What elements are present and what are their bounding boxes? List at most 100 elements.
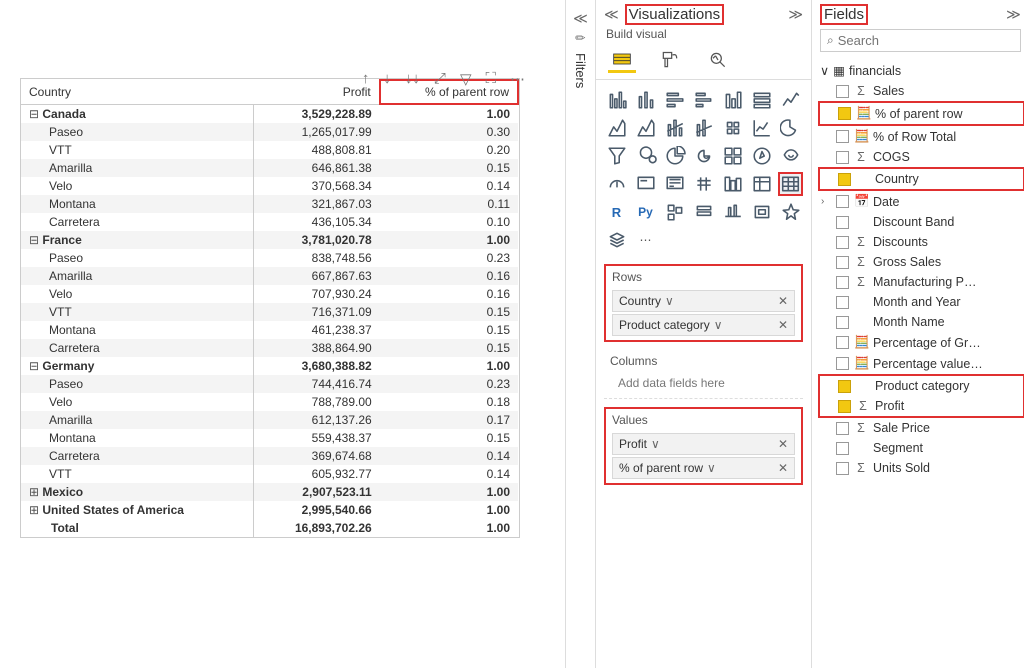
table-row[interactable]: Paseo1,265,017.990.30 — [21, 123, 518, 141]
drill-down-icon[interactable]: ↓ — [383, 70, 391, 88]
table-row[interactable]: Montana321,867.030.11 — [21, 195, 518, 213]
table-row[interactable]: Velo788,789.000.18 — [21, 393, 518, 411]
field-date[interactable]: ›📅Date — [818, 191, 1024, 212]
viz-type-34[interactable] — [778, 200, 803, 224]
table-row[interactable]: Montana559,438.370.15 — [21, 429, 518, 447]
checkbox[interactable] — [838, 380, 851, 393]
value-field-profit[interactable]: Profit∨✕ — [612, 433, 795, 455]
col-header-country[interactable]: Country — [21, 80, 253, 104]
checkbox[interactable] — [836, 316, 849, 329]
checkbox[interactable] — [836, 85, 849, 98]
checkbox[interactable] — [836, 357, 849, 370]
viz-type-1[interactable] — [633, 88, 658, 112]
expand-viz-icon[interactable]: ≫ — [788, 6, 803, 23]
viz-type-24[interactable] — [691, 172, 716, 196]
field--of-parent-row[interactable]: 🧮% of parent row — [818, 101, 1024, 126]
table-row[interactable]: VTT605,932.770.14 — [21, 465, 518, 483]
field-manufacturing-p-[interactable]: ΣManufacturing P… — [818, 272, 1024, 292]
viz-type-30[interactable] — [662, 200, 687, 224]
viz-type-5[interactable] — [749, 88, 774, 112]
filters-pane-collapsed[interactable]: ≪ ✎ Filters — [565, 0, 595, 668]
focus-mode-icon[interactable]: ⛶ — [485, 70, 496, 88]
remove-icon[interactable]: ✕ — [778, 437, 788, 451]
pin-icon[interactable]: ✎ — [565, 23, 595, 53]
field-month-and-year[interactable]: Month and Year — [818, 292, 1024, 312]
viz-type-0[interactable] — [604, 88, 629, 112]
table-group-row[interactable]: Mexico2,907,523.111.00 — [21, 483, 518, 501]
field-profit[interactable]: ΣProfit — [820, 396, 1023, 416]
checkbox[interactable] — [838, 400, 851, 413]
field-sale-price[interactable]: ΣSale Price — [818, 418, 1024, 438]
field-gross-sales[interactable]: ΣGross Sales — [818, 252, 1024, 272]
checkbox[interactable] — [836, 195, 849, 208]
viz-type-13[interactable] — [778, 116, 803, 140]
collapse-viz-icon[interactable]: ≪ — [604, 6, 619, 23]
filter-icon[interactable]: ▽ — [460, 70, 472, 88]
fields-search[interactable]: ⌕ — [820, 29, 1021, 52]
remove-icon[interactable]: ✕ — [778, 461, 788, 475]
field-discount-band[interactable]: Discount Band — [818, 212, 1024, 232]
expand-down-icon[interactable]: ↓↓ — [405, 70, 420, 88]
checkbox[interactable] — [836, 236, 849, 249]
checkbox[interactable] — [836, 336, 849, 349]
viz-type-29[interactable]: Py — [633, 200, 658, 224]
table-row[interactable]: Carretera436,105.340.10 — [21, 213, 518, 231]
viz-type-7[interactable] — [604, 116, 629, 140]
viz-type-12[interactable] — [749, 116, 774, 140]
more-options-icon[interactable]: ⋯ — [510, 70, 525, 88]
viz-type-8[interactable] — [633, 116, 658, 140]
viz-type-17[interactable] — [691, 144, 716, 168]
tab-build-visual[interactable] — [608, 47, 636, 73]
table-row[interactable]: Carretera388,864.900.15 — [21, 339, 518, 357]
viz-type-26[interactable] — [749, 172, 774, 196]
checkbox[interactable] — [836, 276, 849, 289]
table-group-row[interactable]: France3,781,020.781.00 — [21, 231, 518, 249]
checkbox[interactable] — [836, 256, 849, 269]
remove-icon[interactable]: ✕ — [778, 318, 788, 332]
table-group-row[interactable]: Canada3,529,228.891.00 — [21, 104, 518, 123]
viz-type-28[interactable]: R — [604, 200, 629, 224]
viz-type-25[interactable] — [720, 172, 745, 196]
chevron-down-icon[interactable]: ∨ — [707, 461, 716, 475]
checkbox[interactable] — [836, 296, 849, 309]
viz-type-3[interactable] — [691, 88, 716, 112]
viz-type-21[interactable] — [604, 172, 629, 196]
field--of-row-total[interactable]: 🧮% of Row Total — [818, 126, 1024, 147]
field-month-name[interactable]: Month Name — [818, 312, 1024, 332]
table-row[interactable]: Amarilla667,867.630.16 — [21, 267, 518, 285]
field-discounts[interactable]: ΣDiscounts — [818, 232, 1024, 252]
row-field-country[interactable]: Country∨✕ — [612, 290, 795, 312]
checkbox[interactable] — [836, 422, 849, 435]
viz-type-4[interactable] — [720, 88, 745, 112]
viz-type-11[interactable] — [720, 116, 745, 140]
field-percentage-of-gr-[interactable]: 🧮Percentage of Gr… — [818, 332, 1024, 353]
viz-type-35[interactable] — [604, 228, 629, 252]
viz-type-15[interactable] — [633, 144, 658, 168]
field-sales[interactable]: ΣSales — [818, 81, 1024, 101]
checkbox[interactable] — [836, 130, 849, 143]
viz-type-22[interactable] — [633, 172, 658, 196]
checkbox[interactable] — [836, 216, 849, 229]
checkbox[interactable] — [836, 151, 849, 164]
viz-type-2[interactable] — [662, 88, 687, 112]
viz-type-6[interactable] — [778, 88, 803, 112]
viz-type-23[interactable] — [662, 172, 687, 196]
table-row[interactable]: VTT716,371.090.15 — [21, 303, 518, 321]
checkbox[interactable] — [838, 173, 851, 186]
viz-type-10[interactable] — [691, 116, 716, 140]
table-row[interactable]: Velo370,568.340.14 — [21, 177, 518, 195]
table-row[interactable]: Amarilla646,861.380.15 — [21, 159, 518, 177]
viz-type-27[interactable] — [778, 172, 803, 196]
viz-type-33[interactable] — [749, 200, 774, 224]
table-financials[interactable]: ∨ ▦ financials — [818, 60, 1024, 81]
search-input[interactable] — [838, 33, 1014, 48]
field-units-sold[interactable]: ΣUnits Sold — [818, 458, 1024, 478]
chevron-down-icon[interactable]: ∨ — [820, 63, 829, 78]
chevron-down-icon[interactable]: ∨ — [651, 437, 660, 451]
chevron-right-icon[interactable]: › — [821, 196, 831, 207]
field-segment[interactable]: Segment — [818, 438, 1024, 458]
drill-up-icon[interactable]: ↑ — [362, 70, 370, 88]
tab-format[interactable] — [656, 47, 684, 73]
field-country[interactable]: Country — [818, 167, 1024, 191]
tab-analytics[interactable] — [704, 47, 732, 73]
